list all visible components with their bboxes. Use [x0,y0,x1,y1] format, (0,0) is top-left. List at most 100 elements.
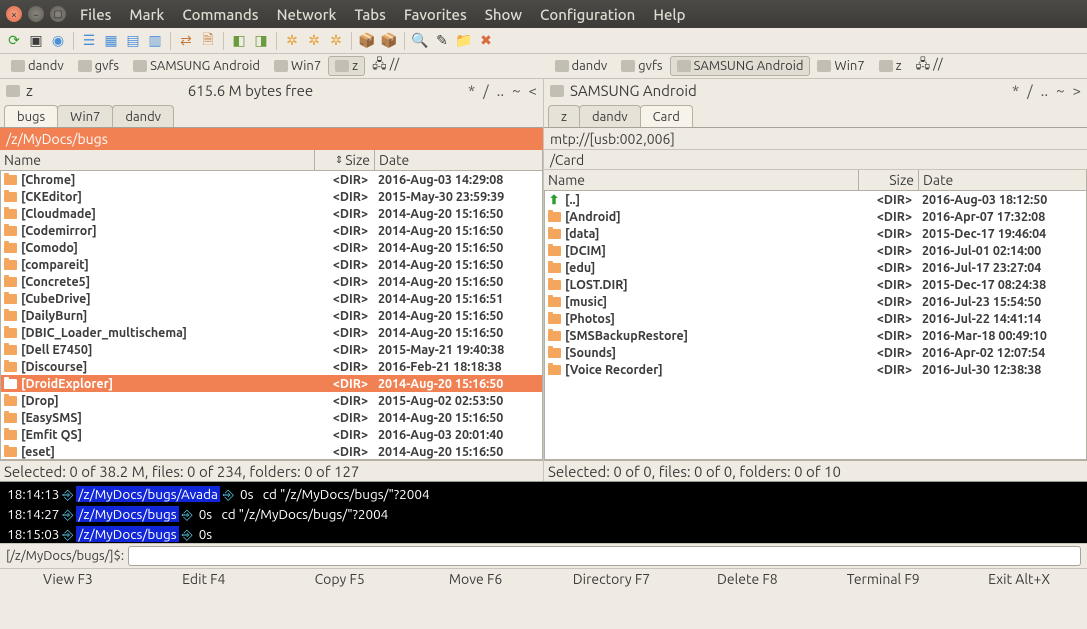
fkey-view[interactable]: View F3 [0,569,136,590]
terminal[interactable]: 18:14:13 ⎆ /z/MyDocs/bugs/Avada ⎆ 0s cd … [0,481,1087,543]
menu-configuration[interactable]: Configuration [540,6,635,23]
columns-left[interactable]: Name ⇕Size Date [0,150,543,171]
file-row[interactable]: [Emfit QS]<DIR>2016-Aug-03 20:01:40 [1,426,542,443]
file-row[interactable]: [Discourse]<DIR>2016-Feb-21 18:18:38 [1,358,542,375]
edit-icon[interactable]: ✎ [432,31,452,51]
nav-/[interactable]: / [1027,82,1033,99]
col-date[interactable]: Date [375,150,543,170]
file-row[interactable]: [CubeDrive]<DIR>2014-Aug-20 15:16:51 [1,290,542,307]
file-row[interactable]: [EasySMS]<DIR>2014-Aug-20 15:16:50 [1,409,542,426]
file-row[interactable]: [edu]<DIR>2016-Jul-17 23:27:04 [545,259,1086,276]
fkey-directory[interactable]: Directory F7 [544,569,680,590]
terminal-icon[interactable]: ▣ [26,31,46,51]
filelist-left[interactable]: [Chrome]<DIR>2016-Aug-03 14:29:08[CKEdit… [0,171,543,460]
fkey-delete[interactable]: Delete F8 [679,569,815,590]
file-row[interactable]: [Drop]<DIR>2015-Aug-02 02:53:50 [1,392,542,409]
menu-show[interactable]: Show [485,6,522,23]
nav->[interactable]: > [1073,82,1081,99]
view-tree-icon[interactable]: ▤ [123,31,143,51]
file-row[interactable]: [music]<DIR>2016-Jul-23 15:54:50 [545,293,1086,310]
tab-dandv[interactable]: dandv [112,105,174,127]
window-maximize-button[interactable]: ▢ [50,6,66,22]
menu-files[interactable]: Files [80,6,111,23]
file-row[interactable]: [LOST.DIR]<DIR>2015-Dec-17 08:24:38 [545,276,1086,293]
drive-win7[interactable]: Win7 [810,56,871,76]
menu-help[interactable]: Help [653,6,685,23]
drive-z[interactable]: z [872,56,909,76]
drive-samsungandroid[interactable]: SAMSUNG Android [126,56,267,76]
file-row[interactable]: [Concrete5]<DIR>2014-Aug-20 15:16:50 [1,273,542,290]
col-name[interactable]: Name [544,170,859,190]
col-size[interactable]: ⇕Size [315,150,375,170]
file-row[interactable]: [Comodo]<DIR>2014-Aug-20 15:16:50 [1,239,542,256]
file-row[interactable]: [DailyBurn]<DIR>2014-Aug-20 15:16:50 [1,307,542,324]
globe-icon[interactable]: ◉ [48,31,68,51]
window-close-button[interactable]: × [6,6,22,22]
drive-samsungandroid[interactable]: SAMSUNG Android [670,56,811,76]
file-row[interactable]: [Photos]<DIR>2016-Jul-22 14:41:14 [545,310,1086,327]
right-path2[interactable]: /Card [544,150,1087,170]
file-row[interactable]: [Cloudmade]<DIR>2014-Aug-20 15:16:50 [1,205,542,222]
file-row[interactable]: [Chrome]<DIR>2016-Aug-03 14:29:08 [1,171,542,188]
file-row[interactable]: [Dell E7450]<DIR>2015-May-21 19:40:38 [1,341,542,358]
nav-..[interactable]: .. [1041,82,1048,99]
folder-icon[interactable]: 📁 [454,31,474,51]
left-path[interactable]: /z/MyDocs/bugs [0,128,543,150]
file-row[interactable]: [eset]<DIR>2014-Aug-20 15:16:50 [1,443,542,460]
drive-win7[interactable]: Win7 [267,56,328,76]
file-row[interactable]: [DCIM]<DIR>2016-Jul-01 02:14:00 [545,242,1086,259]
tab-z[interactable]: z [548,105,580,127]
pack-icon[interactable]: 📦 [357,31,377,51]
unpack-icon[interactable]: 📦 [379,31,399,51]
copy-right-icon[interactable]: ◨ [251,31,271,51]
menu-commands[interactable]: Commands [182,6,258,23]
copy-left-icon[interactable]: ◧ [229,31,249,51]
file-row[interactable]: [DBIC_Loader_multischema]<DIR>2014-Aug-2… [1,324,542,341]
tab-dandv[interactable]: dandv [579,105,641,127]
file-row[interactable]: [SMSBackupRestore]<DIR>2016-Mar-18 00:49… [545,327,1086,344]
nav-~[interactable]: ~ [512,82,520,99]
nav-*[interactable]: * [1012,82,1019,99]
filelist-right[interactable]: ⬆[..]<DIR>2016-Aug-03 18:12:50[Android]<… [544,191,1087,460]
swap-icon[interactable]: ⇄ [176,31,196,51]
col-size[interactable]: Size [859,170,919,190]
view-detail-icon[interactable]: ▦ [101,31,121,51]
columns-right[interactable]: Name Size Date [544,170,1087,191]
file-row[interactable]: [Sounds]<DIR>2016-Apr-02 12:07:54 [545,344,1086,361]
gear2-icon[interactable]: ✲ [304,31,324,51]
drive-gvfs[interactable]: gvfs [71,56,126,76]
file-row[interactable]: [CKEditor]<DIR>2015-May-30 23:59:39 [1,188,542,205]
nav-<[interactable]: < [529,82,537,99]
gear3-icon[interactable]: ✲ [326,31,346,51]
delete-icon[interactable]: ✖ [476,31,496,51]
nav-..[interactable]: .. [497,82,504,99]
menu-favorites[interactable]: Favorites [404,6,467,23]
tab-card[interactable]: Card [640,105,693,127]
drive-[interactable]: 🖧 // [365,54,406,78]
right-path[interactable]: mtp://[usb:002,006] [544,128,1087,150]
col-date[interactable]: Date [919,170,1087,190]
file-row[interactable]: [Android]<DIR>2016-Apr-07 17:32:08 [545,208,1086,225]
fkey-exit[interactable]: Exit Alt+X [951,569,1087,590]
drive-gvfs[interactable]: gvfs [614,56,669,76]
file-row[interactable]: [DroidExplorer]<DIR>2014-Aug-20 15:16:50 [1,375,542,392]
tab-win7[interactable]: Win7 [57,105,113,127]
file-row[interactable]: [Codemirror]<DIR>2014-Aug-20 15:16:50 [1,222,542,239]
refresh-icon[interactable]: ⟳ [4,31,24,51]
view-list-icon[interactable]: ☰ [79,31,99,51]
file-row[interactable]: [compareit]<DIR>2014-Aug-20 15:16:50 [1,256,542,273]
menu-mark[interactable]: Mark [129,6,164,23]
file-row[interactable]: [data]<DIR>2015-Dec-17 19:46:04 [545,225,1086,242]
window-minimize-button[interactable]: − [28,6,44,22]
fkey-terminal[interactable]: Terminal F9 [815,569,951,590]
nav-~[interactable]: ~ [1056,82,1064,99]
drive-z[interactable]: z [328,56,365,76]
file-row[interactable]: ⬆[..]<DIR>2016-Aug-03 18:12:50 [545,191,1086,208]
drive-[interactable]: 🖧 // [909,54,950,78]
drive-dandv[interactable]: dandv [548,56,615,76]
menu-tabs[interactable]: Tabs [354,6,385,23]
nav-*[interactable]: * [468,82,475,99]
fkey-move[interactable]: Move F6 [408,569,544,590]
menu-network[interactable]: Network [277,6,337,23]
drive-dandv[interactable]: dandv [4,56,71,76]
